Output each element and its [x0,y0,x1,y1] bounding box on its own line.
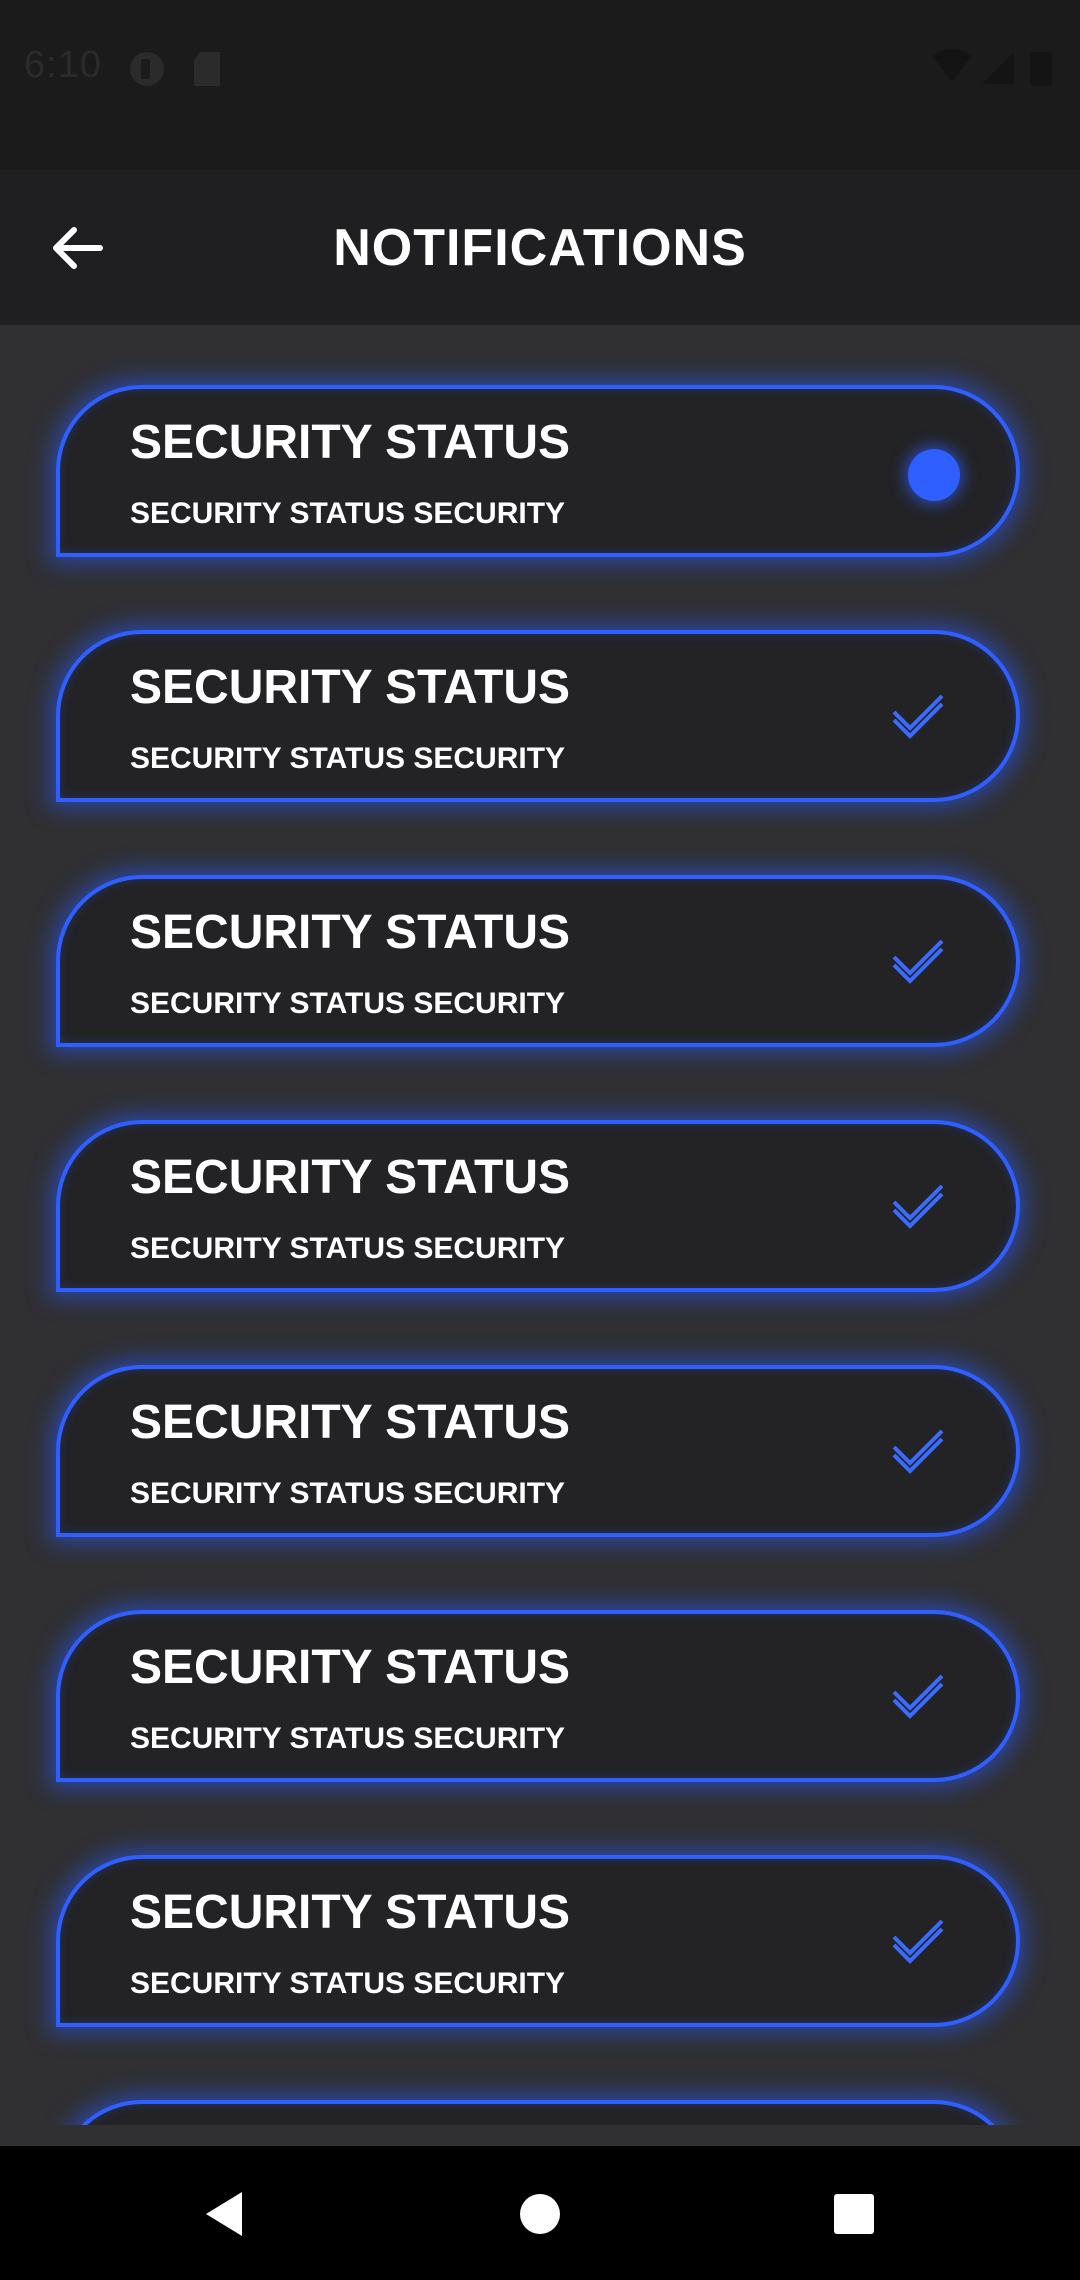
unread-dot-icon [908,449,960,501]
page-title: NOTIFICATIONS [333,219,747,277]
sd-card-icon [192,50,222,93]
notification-card-partial[interactable] [56,2100,1020,2125]
notification-card[interactable]: SECURITY STATUS SECURITY STATUS SECURITY [56,1855,1020,2027]
nav-recents-button[interactable] [828,2188,880,2240]
double-check-icon [892,1674,944,1719]
notification-subtitle: SECURITY STATUS SECURITY [130,742,566,775]
notification-title: SECURITY STATUS [130,661,571,714]
status-time: 6:10 [24,44,102,86]
circle-home-icon [520,2194,560,2234]
notification-subtitle: SECURITY STATUS SECURITY [130,987,566,1020]
nav-back-button[interactable] [198,2188,250,2240]
notification-card[interactable]: SECURITY STATUS SECURITY STATUS SECURITY [56,385,1020,557]
notification-title: SECURITY STATUS [130,906,571,959]
notification-subtitle: SECURITY STATUS SECURITY [130,1477,566,1510]
triangle-back-icon [206,2192,242,2236]
notification-title: SECURITY STATUS [130,1396,571,1449]
notification-title: SECURITY STATUS [130,416,571,469]
notification-title: SECURITY STATUS [130,1641,571,1694]
notification-card[interactable]: SECURITY STATUS SECURITY STATUS SECURITY [56,1365,1020,1537]
status-bar: 6:10 [0,0,1080,170]
wifi-signal-battery-icon [932,49,1052,86]
notification-card[interactable]: SECURITY STATUS SECURITY STATUS SECURITY [56,630,1020,802]
notification-subtitle: SECURITY STATUS SECURITY [130,497,566,530]
system-nav-bar [0,2146,1080,2280]
status-right-icons [930,48,1060,93]
nav-home-button[interactable] [514,2188,566,2240]
app-bar: NOTIFICATIONS [0,170,1080,325]
double-check-icon [892,1429,944,1474]
double-check-icon [892,939,944,984]
notification-card[interactable]: SECURITY STATUS SECURITY STATUS SECURITY [56,1610,1020,1782]
double-check-icon [892,1919,944,1964]
notification-list[interactable]: SECURITY STATUS SECURITY STATUS SECURITY… [0,325,1080,2125]
notification-title: SECURITY STATUS [130,1886,571,1939]
notification-card[interactable]: SECURITY STATUS SECURITY STATUS SECURITY [56,1120,1020,1292]
notification-card[interactable]: SECURITY STATUS SECURITY STATUS SECURITY [56,875,1020,1047]
double-check-icon [892,694,944,739]
notification-title: SECURITY STATUS [130,1151,571,1204]
notification-subtitle: SECURITY STATUS SECURITY [130,1232,566,1265]
square-recents-icon [834,2194,874,2234]
double-check-icon [892,1184,944,1229]
notification-subtitle: SECURITY STATUS SECURITY [130,1722,566,1755]
notifications-screen: 6:10 NOTIFICATIONS SECURITY STATUS SECUR [0,0,1080,2280]
app-notification-icon [128,50,166,93]
notification-subtitle: SECURITY STATUS SECURITY [130,1967,566,2000]
